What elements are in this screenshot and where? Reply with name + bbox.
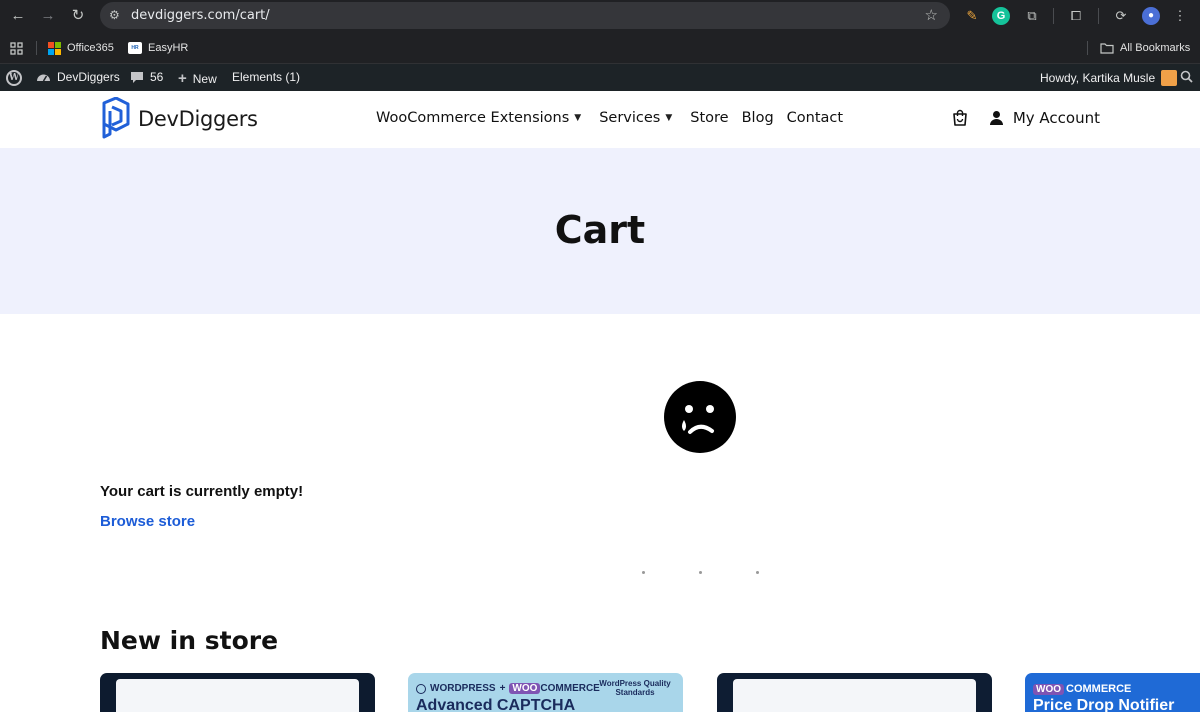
bookmark-office365[interactable]: Office365	[48, 40, 114, 56]
admin-new-link[interactable]: + New	[178, 70, 217, 87]
admin-site-link[interactable]: DevDiggers	[36, 70, 120, 84]
nav-store[interactable]: Store	[690, 110, 728, 126]
back-icon[interactable]: ←	[8, 6, 28, 26]
pencil-extension-icon[interactable]: ✎	[963, 7, 981, 25]
admin-comments-link[interactable]: 56	[130, 70, 163, 84]
extensions-puzzle-icon[interactable]: ⧉	[1023, 7, 1041, 25]
product-brand: WOO COMMERCE	[1033, 683, 1131, 695]
office365-icon	[48, 41, 61, 55]
product-screenshot	[733, 679, 976, 712]
browser-menu-icon[interactable]: ⋮	[1171, 7, 1189, 25]
history-sync-icon[interactable]: ⟳	[1112, 7, 1130, 25]
howdy-label: Howdy, Kartika Musle	[1040, 71, 1156, 85]
product-card[interactable]	[717, 673, 992, 712]
brand-wordpress: WORDPRESS	[430, 683, 496, 694]
logo-text: DevDiggers	[138, 107, 258, 131]
my-account-label: My Account	[1012, 109, 1100, 127]
nav-blog[interactable]: Blog	[742, 110, 774, 126]
product-brand: WORDPRESS + WOO COMMERCE	[416, 683, 600, 694]
site-logo[interactable]: DevDiggers	[100, 97, 258, 141]
browser-toolbar: ← → ↻ ⚙ devdiggers.com/cart/ ☆ ✎ G ⧉ ⧠ ⟳…	[0, 0, 1200, 32]
product-title: Price Drop Notifier	[1033, 697, 1175, 712]
user-avatar	[1161, 70, 1178, 86]
devdiggers-logo-icon	[102, 97, 130, 139]
site-info-icon[interactable]: ⚙	[109, 8, 123, 22]
bookmarks-bar: Office365 HR EasyHR All Bookmarks	[0, 32, 1200, 64]
bookmark-label: Office365	[67, 42, 114, 54]
product-card[interactable]	[100, 673, 375, 712]
url-text[interactable]: devdiggers.com/cart/	[131, 8, 270, 23]
sad-face-icon	[664, 381, 736, 453]
nav-label: Contact	[786, 110, 844, 126]
header-actions: My Account	[951, 109, 1100, 127]
wordpress-icon	[416, 683, 426, 694]
quality-badge: WordPress Quality Standards	[593, 679, 677, 697]
bookmark-label: EasyHR	[148, 42, 189, 54]
nav-woocommerce-extensions[interactable]: WooCommerce Extensions ▼	[376, 110, 581, 126]
nav-label: Services	[599, 110, 661, 126]
new-in-store-heading: New in store	[100, 626, 279, 655]
address-bar[interactable]: ⚙ devdiggers.com/cart/ ☆	[100, 2, 950, 29]
badge-text: WordPress Quality Standards	[599, 679, 671, 697]
plus-icon: +	[178, 70, 187, 87]
page-hero: Cart	[0, 148, 1200, 314]
comments-count: 56	[150, 70, 164, 84]
dot	[756, 571, 759, 574]
wordpress-logo-icon[interactable]: W	[6, 70, 22, 86]
chevron-down-icon: ▼	[665, 113, 673, 123]
product-card[interactable]: WOO COMMERCE Price Drop Notifier	[1025, 673, 1200, 712]
admin-search-icon[interactable]	[1180, 70, 1193, 83]
folder-icon	[1100, 43, 1114, 54]
grammarly-icon[interactable]: G	[992, 7, 1010, 25]
loading-dots	[642, 571, 759, 574]
toolbar-divider	[1098, 8, 1099, 24]
product-card[interactable]: WORDPRESS + WOO COMMERCE WordPress Qualit…	[408, 673, 683, 712]
nav-services[interactable]: Services ▼	[599, 110, 672, 126]
plus-icon: +	[499, 683, 506, 694]
admin-elements-link[interactable]: Elements (1)	[232, 70, 300, 84]
nav-contact[interactable]: Contact	[787, 110, 843, 126]
toolbar-divider	[1053, 8, 1054, 24]
forward-icon[interactable]: →	[38, 6, 58, 26]
nav-label: WooCommerce Extensions	[376, 110, 570, 126]
brand-commerce: COMMERCE	[1066, 683, 1132, 695]
nav-label: Blog	[741, 110, 774, 126]
screen-cast-icon[interactable]: ⧠	[1067, 7, 1085, 25]
admin-site-name: DevDiggers	[57, 70, 120, 84]
site-header: DevDiggers WooCommerce Extensions ▼ Serv…	[0, 91, 1200, 148]
bookmark-easyhr[interactable]: HR EasyHR	[128, 40, 188, 56]
product-title: Advanced CAPTCHA	[416, 697, 576, 712]
all-bookmarks[interactable]: All Bookmarks	[1100, 40, 1190, 56]
brand-woo: WOO	[509, 683, 541, 694]
dashboard-icon	[37, 74, 50, 82]
easyhr-icon: HR	[128, 42, 142, 54]
browse-store-link[interactable]: Browse store	[100, 513, 195, 530]
dot	[699, 571, 702, 574]
cart-empty-message: Your cart is currently empty!	[100, 483, 304, 500]
elements-label: Elements (1)	[232, 70, 301, 84]
brand-woo: WOO	[1033, 683, 1064, 695]
product-cards: WORDPRESS + WOO COMMERCE WordPress Qualit…	[100, 673, 1200, 712]
apps-grid-icon[interactable]	[10, 40, 23, 56]
dot	[642, 571, 645, 574]
bookmarks-divider	[36, 41, 37, 55]
reload-icon[interactable]: ↻	[68, 6, 88, 26]
main-navigation: WooCommerce Extensions ▼ Services ▼ Stor…	[376, 110, 861, 126]
all-bookmarks-label: All Bookmarks	[1120, 42, 1191, 54]
cart-icon[interactable]	[951, 109, 969, 127]
profile-avatar-icon[interactable]: ●	[1142, 7, 1160, 25]
chevron-down-icon: ▼	[574, 113, 582, 123]
bookmarks-divider	[1087, 41, 1088, 55]
user-icon	[989, 111, 1003, 125]
wp-admin-bar: W DevDiggers 56 + New Elements (1) Howdy…	[0, 64, 1200, 91]
comment-icon	[131, 71, 143, 83]
nav-label: Store	[690, 110, 729, 126]
new-label: New	[192, 71, 217, 86]
product-screenshot	[116, 679, 359, 712]
page-title: Cart	[554, 208, 646, 252]
my-account-link[interactable]: My Account	[989, 109, 1100, 127]
bookmark-star-icon[interactable]: ☆	[925, 6, 938, 24]
brand-commerce: COMMERCE	[540, 683, 600, 694]
admin-account-link[interactable]: Howdy, Kartika Musle	[1040, 70, 1178, 86]
